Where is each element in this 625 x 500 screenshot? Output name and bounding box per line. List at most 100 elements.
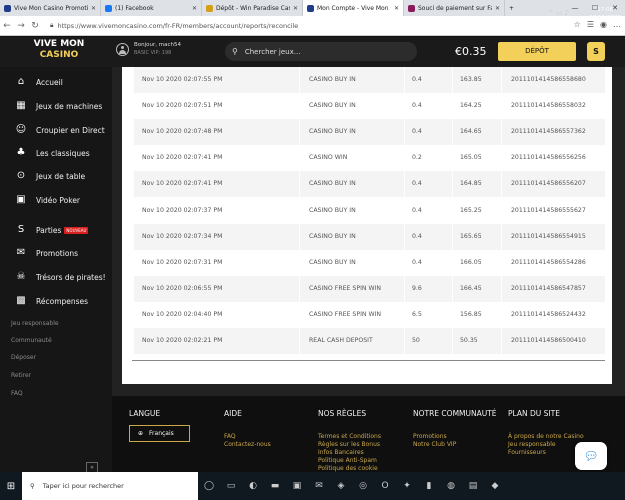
tab-close-icon[interactable]: ✕	[394, 5, 399, 12]
footer-link[interactable]: Règles sur les Bonus	[318, 441, 381, 449]
table-row: Nov 10 2020 02:07:55 PM CASINO BUY IN 0.4 1…	[134, 67, 605, 93]
sidebar-item-table-games[interactable]: ⊙ Jeux de table	[14, 170, 85, 182]
footer-link[interactable]: Contactez-nous	[224, 441, 271, 449]
rewards-icon: ▩	[16, 295, 26, 306]
browser-tab[interactable]: Mon Compte - Vive Mon Ca ✕	[303, 0, 404, 16]
windows-taskbar: ⊞ ⚲ Taper ici pour rechercher ◯ ▭ ◐ ▬ ▣ …	[0, 472, 625, 500]
tab-close-icon[interactable]: ✕	[293, 5, 298, 12]
sidebar-link[interactable]: Jeu responsable	[11, 320, 59, 327]
mail-icon[interactable]: ✉	[308, 481, 330, 491]
home-icon: ⌂	[17, 76, 25, 87]
column-divider	[501, 275, 502, 302]
footer-link[interactable]: Infos Bancaires	[318, 449, 381, 457]
star-icon[interactable]: ☆	[574, 20, 581, 29]
forward-icon[interactable]: →	[14, 21, 28, 31]
footer-link[interactable]: Termes et Conditions	[318, 433, 381, 441]
cell-date: Nov 10 2020 02:07:48 PM	[142, 128, 223, 136]
store-icon[interactable]: ▣	[286, 481, 308, 491]
sidebar-item-classics[interactable]: ♣ Les classiques	[14, 147, 90, 159]
reload-icon[interactable]: ↻	[28, 21, 42, 31]
column-divider	[501, 223, 502, 250]
deposit-button[interactable]: DÉPÔT	[498, 42, 576, 61]
sidebar-link[interactable]: FAQ	[11, 390, 23, 397]
app-icon[interactable]: ▮	[418, 481, 440, 491]
sidebar-item-parties[interactable]: S Parties NOUVEAU	[14, 224, 89, 236]
sidebar-link[interactable]: Déposer	[11, 354, 36, 361]
sidebar-link[interactable]: Communauté	[11, 337, 52, 344]
taskbar-search-input[interactable]: ⚲ Taper ici pour rechercher	[22, 472, 198, 500]
footer-link[interactable]: Fournisseurs	[508, 449, 584, 457]
system-tray[interactable]: ⌃▭♪	[548, 9, 571, 17]
taskbar-clock[interactable]: 17:08 13/11/2020	[589, 6, 621, 22]
sidebar-item-home[interactable]: ⌂ Accueil	[14, 76, 63, 88]
footer-link[interactable]: Promotions	[413, 433, 456, 441]
treasure-icon: ☠	[16, 271, 26, 282]
video-poker-icon: ▣	[16, 194, 26, 205]
cell-balance: 50.35	[460, 337, 478, 344]
sidebar-item-video-poker[interactable]: ▣ Vidéo Poker	[14, 194, 80, 206]
game-search-input[interactable]: ⚲ Chercher jeux...	[225, 42, 417, 61]
sidebar-item-dealer[interactable]: ☺ Croupier en Direct	[14, 124, 105, 136]
cell-type: CASINO WIN	[309, 154, 348, 162]
footer-link[interactable]: Notre Club VIP	[413, 441, 456, 449]
s-menu-button[interactable]: S	[587, 42, 605, 61]
footer-link[interactable]: À propos de notre Casino	[508, 433, 584, 441]
tab-close-icon[interactable]: ✕	[495, 5, 500, 12]
task-view-icon[interactable]: ▭	[220, 481, 242, 491]
sidebar-item-treasure[interactable]: ☠ Trésors de pirates!	[14, 271, 106, 283]
cell-type: CASINO BUY IN	[309, 102, 356, 110]
url-field[interactable]: 🔒︎ https://www.vivemoncasino.com/fr-FR/m…	[50, 21, 298, 30]
sidebar-item-label: Parties	[36, 225, 62, 235]
sidebar-item-gift[interactable]: ✉ Promotions	[14, 247, 78, 259]
app-icon[interactable]: ◆	[484, 481, 506, 491]
vip-level: BASIC VIP: 198	[134, 50, 172, 56]
file-explorer-icon[interactable]: ▬	[264, 481, 286, 491]
browser-tab-bar: Vive Mon Casino Promotions✕(1) Facebook✕…	[0, 0, 625, 16]
browser-tab[interactable]: (1) Facebook ✕	[101, 0, 202, 16]
app-icon[interactable]: ▤	[462, 481, 484, 491]
sidebar-item-label: Jeux de table	[36, 171, 86, 181]
tab-close-icon[interactable]: ✕	[91, 5, 96, 12]
column-divider	[299, 328, 300, 354]
app-icon[interactable]: ◈	[330, 481, 352, 491]
column-divider	[452, 171, 453, 198]
cell-ref: 2011101414586557362	[511, 128, 586, 136]
chat-button[interactable]: 💬︎	[575, 442, 607, 470]
tab-close-icon[interactable]: ✕	[192, 5, 197, 12]
task-view-icon[interactable]: ◯	[198, 481, 220, 491]
cell-balance: 164.85	[460, 180, 482, 188]
cell-type: CASINO BUY IN	[309, 206, 356, 214]
windows-start-icon[interactable]: ⊞	[0, 481, 22, 492]
footer-link[interactable]: Politique Anti-Spam	[318, 457, 381, 465]
app-icon[interactable]: ✦	[396, 481, 418, 491]
parties-icon: S	[17, 224, 25, 235]
browser-tab[interactable]: Vive Mon Casino Promotions✕	[0, 0, 101, 16]
app-icon[interactable]: ◎	[352, 481, 374, 491]
cell-date: Nov 10 2020 02:07:37 PM	[142, 206, 223, 214]
tab-title: Dépôt - Win Paradise Casino	[216, 4, 290, 12]
back-icon[interactable]: ←	[0, 21, 14, 31]
column-divider	[404, 223, 405, 250]
sidebar-link[interactable]: Retirer	[11, 372, 31, 379]
sidebar-item-rewards[interactable]: ▩ Récompenses	[14, 295, 88, 307]
column-divider	[299, 197, 300, 224]
user-info[interactable]: Bonjour, mach54 BASIC VIP: 198	[116, 42, 181, 56]
footer-communaute-title: NOTRE COMMUNAUTÉ	[413, 409, 497, 418]
opera-icon[interactable]: O	[374, 481, 396, 491]
language-button[interactable]: ⊕ Français	[129, 425, 190, 442]
cell-ref: 2011101414586555627	[511, 206, 586, 214]
new-tab-button[interactable]: +	[505, 0, 521, 16]
casino-logo[interactable]: VIVE MON CASINO	[30, 39, 88, 61]
column-divider	[404, 197, 405, 224]
sidebar-item-slot-machine[interactable]: ▦ Jeux de machines	[14, 100, 102, 112]
column-divider	[404, 171, 405, 198]
edge-icon[interactable]: ◐	[242, 481, 264, 491]
browser-tab[interactable]: Dépôt - Win Paradise Casino✕	[202, 0, 303, 16]
browser-tab[interactable]: Souci de paiement sur FatBo✕	[404, 0, 505, 16]
firefox-icon[interactable]: ◍	[440, 481, 462, 491]
table-row: Nov 10 2020 02:07:34 PM CASINO BUY IN 0.4 1…	[134, 223, 605, 250]
url-text: https://www.vivemoncasino.com/fr-FR/memb…	[57, 21, 299, 30]
footer-link[interactable]: FAQ	[224, 433, 271, 441]
cell-amount: 0.4	[412, 76, 422, 83]
footer-link[interactable]: Jeu responsable	[508, 441, 584, 449]
